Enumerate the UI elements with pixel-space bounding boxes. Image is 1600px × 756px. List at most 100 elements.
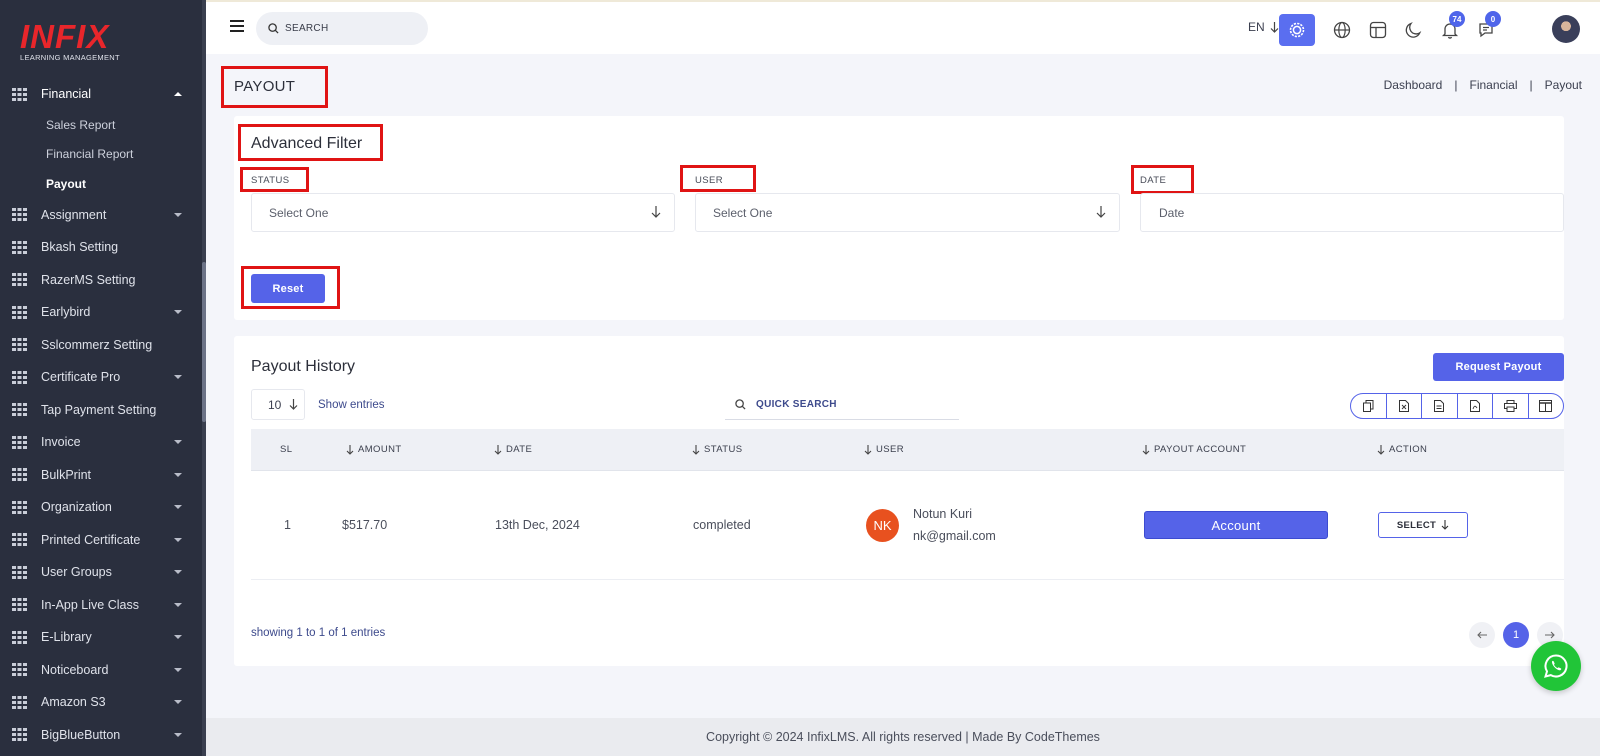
breadcrumb-dashboard[interactable]: Dashboard <box>1384 78 1443 92</box>
grid-icon <box>12 468 27 482</box>
payout-history-title: Payout History <box>251 358 356 375</box>
sidebar-scrollbar[interactable] <box>202 0 206 756</box>
print-button[interactable] <box>1493 394 1529 418</box>
sidebar-item-printed-certificate[interactable]: Printed Certificate <box>0 524 202 557</box>
showing-entries-text: showing 1 to 1 of 1 entries <box>251 627 386 639</box>
footer: Copyright © 2024 InfixLMS. All rights re… <box>206 718 1600 756</box>
theme-toggle[interactable] <box>1396 14 1432 46</box>
sidebar-item-noticeboard[interactable]: Noticeboard <box>0 654 202 687</box>
sort-arrow-icon <box>692 444 700 455</box>
cell-date: 13th Dec, 2024 <box>495 518 580 532</box>
column-header-sl[interactable]: SL <box>280 444 292 455</box>
sidebar-item-label: Noticeboard <box>41 662 109 677</box>
search-placeholder: SEARCH <box>285 23 329 34</box>
status-label: STATUS <box>251 175 290 186</box>
sidebar-item-label: Bkash Setting <box>41 240 119 255</box>
menu-icon[interactable] <box>230 20 244 32</box>
sidebar-subitem-financial-report[interactable]: Financial Report <box>0 140 202 170</box>
quick-search-input[interactable]: QUICK SEARCH <box>725 390 959 420</box>
sidebar-item-user-groups[interactable]: User Groups <box>0 556 202 589</box>
request-payout-button[interactable]: Request Payout <box>1433 353 1564 381</box>
search-icon <box>268 23 279 34</box>
sidebar-item-assignment[interactable]: Assignment <box>0 199 202 232</box>
sidebar-item-label: Financial <box>41 87 92 101</box>
sort-arrow-icon <box>864 444 872 455</box>
logo[interactable]: INFIX LEARNING MANAGEMENT <box>20 20 130 64</box>
csv-file-icon <box>1434 400 1445 412</box>
grid-icon <box>12 695 27 709</box>
sidebar-item-invoice[interactable]: Invoice <box>0 426 202 459</box>
chevron-down-icon <box>174 667 182 672</box>
column-header-date[interactable]: DATE <box>494 444 532 455</box>
column-header-user[interactable]: USER <box>864 444 904 455</box>
payout-history-card <box>234 336 1564 666</box>
language-select[interactable]: EN <box>1248 20 1279 34</box>
sidebar-subitem-sales-report[interactable]: Sales Report <box>0 110 202 140</box>
sidebar: INFIX LEARNING MANAGEMENT Financial Sale… <box>0 0 206 756</box>
gear-icon <box>1289 22 1305 38</box>
sidebar-item-bigbluebutton[interactable]: BigBlueButton <box>0 719 202 752</box>
column-header-action[interactable]: ACTION <box>1377 444 1427 455</box>
column-header-amount[interactable]: AMOUNT <box>346 444 402 455</box>
sidebar-item-label: Printed Certificate <box>41 532 141 547</box>
user-avatar[interactable] <box>1552 15 1580 43</box>
messages-badge: 0 <box>1485 11 1501 27</box>
logo-tagline: LEARNING MANAGEMENT <box>20 53 120 62</box>
chevron-down-icon <box>174 212 182 217</box>
arrow-right-icon <box>1545 631 1555 639</box>
sidebar-item-certificate-pro[interactable]: Certificate Pro <box>0 361 202 394</box>
notifications-button[interactable]: 74 <box>1432 11 1468 46</box>
user-initials-avatar: NK <box>866 509 899 542</box>
whatsapp-button[interactable] <box>1531 641 1581 691</box>
pagination-page-1[interactable]: 1 <box>1503 622 1529 648</box>
chevron-down-icon <box>174 537 182 542</box>
breadcrumb-financial[interactable]: Financial <box>1469 78 1517 92</box>
user-select[interactable]: Select One <box>695 193 1120 232</box>
sidebar-item-razerms-setting[interactable]: RazerMS Setting <box>0 264 202 297</box>
arrow-down-icon <box>1441 520 1449 530</box>
user-label: USER <box>695 175 723 186</box>
account-button[interactable]: Account <box>1144 511 1328 539</box>
sidebar-item-organization[interactable]: Organization <box>0 491 202 524</box>
whatsapp-icon <box>1544 654 1568 678</box>
sidebar-item-sslcommerz-setting[interactable]: Sslcommerz Setting <box>0 329 202 362</box>
chevron-down-icon <box>174 440 182 445</box>
settings-button[interactable] <box>1279 14 1315 46</box>
date-input[interactable]: Date <box>1140 193 1564 232</box>
layout-button[interactable] <box>1360 14 1396 46</box>
sidebar-item-label: E-Library <box>41 630 92 645</box>
columns-button[interactable] <box>1529 394 1564 418</box>
column-header-status[interactable]: STATUS <box>692 444 742 455</box>
sidebar-item-label: BigBlueButton <box>41 727 121 742</box>
action-select-label: SELECT <box>1396 519 1437 531</box>
chevron-down-icon <box>174 570 182 575</box>
entries-select[interactable]: 10 <box>251 389 305 420</box>
sidebar-item-bkash-setting[interactable]: Bkash Setting <box>0 231 202 264</box>
grid-icon <box>12 87 27 101</box>
sidebar-item-bulkprint[interactable]: BulkPrint <box>0 459 202 492</box>
sidebar-item-label: RazerMS Setting <box>41 272 136 287</box>
sidebar-item-e-library[interactable]: E-Library <box>0 621 202 654</box>
action-select-button[interactable]: SELECT <box>1378 512 1468 538</box>
globe-button[interactable] <box>1324 14 1360 46</box>
column-header-payout-account[interactable]: PAYOUT ACCOUNT <box>1142 444 1246 455</box>
sidebar-item-label: Tap Payment Setting <box>41 402 157 417</box>
grid-icon <box>12 273 27 287</box>
sidebar-subitem-payout[interactable]: Payout <box>0 169 202 199</box>
sidebar-item-amazon-s3[interactable]: Amazon S3 <box>0 686 202 719</box>
search-input[interactable]: SEARCH <box>256 12 428 45</box>
status-select[interactable]: Select One <box>251 193 675 232</box>
sidebar-item-earlybird[interactable]: Earlybird <box>0 296 202 329</box>
sidebar-scroll-thumb[interactable] <box>202 262 206 422</box>
pdf-button[interactable] <box>1458 394 1493 418</box>
csv-button[interactable] <box>1422 394 1458 418</box>
cell-amount: $517.70 <box>342 518 388 532</box>
copy-button[interactable] <box>1351 394 1387 418</box>
reset-button[interactable]: Reset <box>251 274 325 303</box>
pagination-prev-button[interactable] <box>1469 622 1495 648</box>
excel-button[interactable] <box>1387 394 1422 418</box>
sidebar-item-in-app-live-class[interactable]: In-App Live Class <box>0 589 202 622</box>
messages-button[interactable]: 0 <box>1468 11 1504 46</box>
sidebar-item-tap-payment-setting[interactable]: Tap Payment Setting <box>0 394 202 427</box>
sidebar-item-financial[interactable]: Financial <box>0 78 202 110</box>
